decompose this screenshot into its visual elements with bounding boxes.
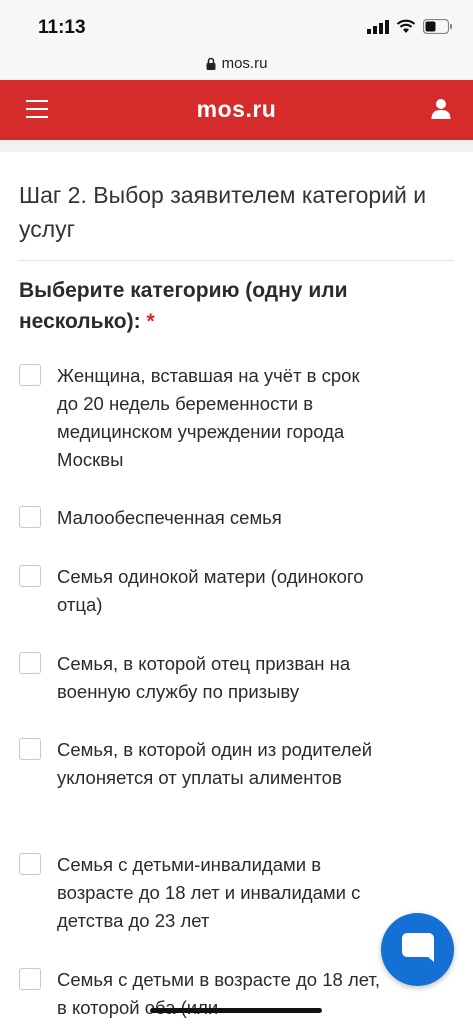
option-single-parent-family[interactable]: Семья одинокой матери (одинокого отца) bbox=[19, 563, 399, 619]
option-alimony-evasion[interactable]: Семья, в которой один из родителей уклон… bbox=[19, 736, 399, 792]
checkbox[interactable] bbox=[19, 364, 41, 386]
chat-button[interactable] bbox=[381, 913, 454, 986]
question-text: Выберите категорию (одну или несколько): bbox=[19, 279, 348, 333]
option-label: Малообеспеченная семья bbox=[57, 507, 282, 528]
required-mark: * bbox=[146, 310, 155, 333]
home-indicator bbox=[150, 1008, 322, 1013]
header-separator bbox=[0, 140, 473, 152]
divider bbox=[19, 260, 454, 261]
signal-icon bbox=[367, 19, 389, 34]
status-bar: 11:13 bbox=[0, 0, 473, 50]
option-father-military-service[interactable]: Семья, в которой отец призван на военную… bbox=[19, 650, 399, 706]
wifi-icon bbox=[396, 19, 416, 33]
option-label: Семья одинокой матери (одинокого отца) bbox=[57, 566, 364, 615]
address-bar[interactable]: mos.ru bbox=[0, 46, 473, 80]
checkbox[interactable] bbox=[19, 652, 41, 674]
page-title: Шаг 2. Выбор заявителем категорий и услу… bbox=[19, 182, 427, 242]
option-label: Семья с детьми-инвалидами в возрасте до … bbox=[57, 854, 361, 931]
chat-icon bbox=[401, 932, 434, 962]
option-disabled-children[interactable]: Семья с детьми-инвалидами в возрасте до … bbox=[19, 851, 399, 935]
status-icons bbox=[367, 19, 453, 34]
checkbox[interactable] bbox=[19, 506, 41, 528]
checkbox[interactable] bbox=[19, 968, 41, 990]
site-header: mos.ru bbox=[0, 80, 473, 140]
status-time: 11:13 bbox=[38, 17, 86, 38]
option-pregnant-woman[interactable]: Женщина, вставшая на учёт в срок до 20 н… bbox=[19, 362, 399, 474]
question-label: Выберите категорию (одну или несколько):… bbox=[19, 275, 439, 337]
checkbox[interactable] bbox=[19, 565, 41, 587]
option-label: Семья, в которой отец призван на военную… bbox=[57, 653, 351, 702]
checkbox[interactable] bbox=[19, 853, 41, 875]
user-profile-icon[interactable] bbox=[431, 98, 451, 120]
option-label: Женщина, вставшая на учёт в срок до 20 н… bbox=[57, 365, 360, 470]
option-label: Семья, в которой один из родителей уклон… bbox=[57, 739, 373, 788]
lock-icon bbox=[206, 57, 216, 70]
option-label: Семья с детьми в возрасте до 18 лет, в к… bbox=[57, 969, 380, 1018]
option-low-income-family[interactable]: Малообеспеченная семья bbox=[19, 504, 399, 532]
battery-icon bbox=[423, 19, 452, 34]
site-logo[interactable]: mos.ru bbox=[0, 96, 473, 123]
url-text: mos.ru bbox=[221, 54, 268, 72]
option-children-under-18[interactable]: Семья с детьми в возрасте до 18 лет, в к… bbox=[19, 966, 399, 1022]
checkbox[interactable] bbox=[19, 738, 41, 760]
